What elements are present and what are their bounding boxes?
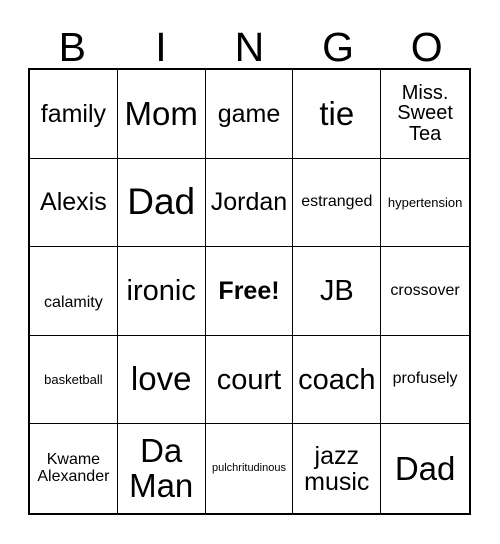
bingo-cell[interactable]: ironic bbox=[117, 247, 206, 336]
bingo-cell[interactable]: Mom bbox=[117, 70, 206, 159]
bingo-header-letter-g: G bbox=[294, 18, 383, 68]
bingo-card: B I N G O family Mom game tie Miss. Swee… bbox=[0, 0, 500, 544]
bingo-cell[interactable]: jazz music bbox=[293, 424, 382, 513]
bingo-cell[interactable]: profusely bbox=[381, 336, 469, 425]
bingo-cell-label: Alexis bbox=[40, 188, 107, 217]
bingo-grid: family Mom game tie Miss. Sweet Tea Alex… bbox=[28, 68, 471, 515]
bingo-cell-label: ironic bbox=[126, 274, 196, 307]
bingo-cell[interactable]: hypertension bbox=[381, 159, 469, 248]
bingo-cell-free-space[interactable]: Free! bbox=[205, 247, 294, 336]
bingo-cell[interactable]: crossover bbox=[381, 247, 469, 336]
bingo-cell-label: Mom bbox=[124, 94, 198, 132]
bingo-cell[interactable]: Dad bbox=[117, 158, 206, 248]
bingo-cell-label: jazz music bbox=[304, 441, 370, 496]
bingo-cell-label: tie bbox=[319, 94, 355, 132]
bingo-header-row: B I N G O bbox=[28, 18, 471, 68]
bingo-cell-label: estranged bbox=[301, 193, 373, 211]
bingo-cell-label: calamity bbox=[44, 293, 103, 311]
bingo-cell[interactable]: estranged bbox=[293, 158, 382, 248]
bingo-cell[interactable]: family bbox=[30, 70, 118, 159]
bingo-cell[interactable]: tie bbox=[293, 70, 382, 159]
bingo-cell-label: JB bbox=[319, 274, 354, 307]
bingo-cell[interactable]: pulchritudinous bbox=[206, 424, 294, 513]
bingo-cell[interactable]: Dad bbox=[381, 424, 469, 513]
bingo-cell-label: Dad bbox=[127, 181, 196, 223]
bingo-cell-label: Miss. Sweet Tea bbox=[397, 81, 453, 146]
bingo-cell-label: hypertension bbox=[387, 194, 463, 210]
bingo-cell-label: Kwame Alexander bbox=[37, 451, 110, 485]
bingo-cell-label: coach bbox=[298, 363, 376, 396]
header-letter-text: I bbox=[155, 24, 167, 70]
bingo-header-letter-o: O bbox=[382, 18, 471, 68]
bingo-header-letter-b: B bbox=[28, 18, 117, 68]
bingo-header-letter-n: N bbox=[205, 18, 294, 68]
header-letter-text: N bbox=[234, 24, 265, 70]
header-letter-text: G bbox=[322, 24, 355, 70]
bingo-cell-label: family bbox=[40, 99, 107, 128]
bingo-cell[interactable]: Da Man bbox=[118, 424, 206, 513]
bingo-cell[interactable]: calamity bbox=[30, 247, 118, 336]
bingo-cell-label: game bbox=[217, 99, 281, 128]
bingo-cell-label: Da Man bbox=[129, 432, 194, 504]
bingo-cell[interactable]: court bbox=[205, 335, 294, 425]
bingo-cell[interactable]: JB bbox=[293, 247, 382, 336]
bingo-cell[interactable]: Alexis bbox=[30, 158, 118, 248]
header-letter-text: B bbox=[58, 24, 86, 70]
bingo-cell-label: Jordan bbox=[210, 188, 288, 217]
bingo-cell[interactable]: game bbox=[205, 70, 294, 159]
bingo-cell-label: love bbox=[130, 360, 192, 398]
bingo-cell-label: crossover bbox=[390, 281, 460, 299]
bingo-cell[interactable]: Jordan bbox=[205, 158, 294, 248]
bingo-cell[interactable]: Kwame Alexander bbox=[30, 424, 118, 513]
header-letter-text: O bbox=[410, 24, 443, 70]
bingo-cell-label: court bbox=[216, 363, 282, 396]
bingo-cell[interactable]: Miss. Sweet Tea bbox=[381, 70, 469, 159]
bingo-cell-label: basketball bbox=[44, 371, 103, 387]
bingo-header-letter-i: I bbox=[117, 18, 206, 68]
bingo-cell-label: pulchritudinous bbox=[211, 461, 286, 474]
bingo-cell-label: profusely bbox=[392, 370, 458, 388]
bingo-cell[interactable]: basketball bbox=[30, 335, 118, 425]
bingo-cell[interactable]: coach bbox=[293, 335, 382, 425]
bingo-cell-label: Free! bbox=[218, 276, 280, 305]
bingo-cell-label: Dad bbox=[394, 449, 456, 487]
bingo-cell[interactable]: love bbox=[117, 335, 206, 425]
